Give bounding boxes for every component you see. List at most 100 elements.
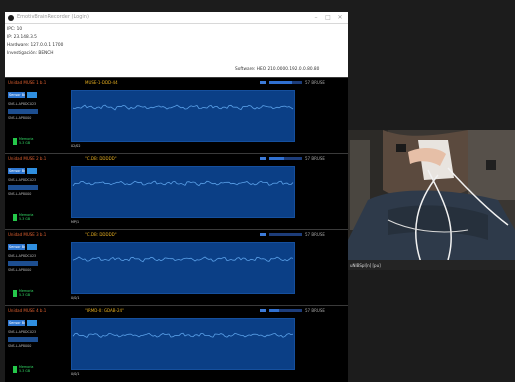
memory-status-label: Memoria 5.3 GB	[19, 365, 33, 373]
eeg-signal-chart	[71, 242, 295, 294]
device-name: Unidad MUSE 2 b.1	[8, 156, 47, 161]
device-panel: Unidad MUSE 3 b.1 "C.DB: DDDDD" 57 BRUSE…	[5, 229, 348, 305]
channel-selector[interactable]	[8, 109, 38, 114]
eeg-signal-line	[72, 180, 294, 187]
memory-status-icon	[13, 214, 17, 221]
channel-selector[interactable]	[8, 261, 38, 266]
signal-toggle-button[interactable]: Sensor Bury	[8, 168, 25, 174]
info-line-ipc: IPC: 10	[7, 27, 23, 32]
signal-color-swatch[interactable]	[27, 320, 37, 326]
battery-progress-bar	[269, 309, 302, 312]
video-feed: uNIBSpl[n] [pu]	[348, 130, 515, 270]
minimize-button[interactable]: –	[311, 14, 321, 21]
info-line-hardware: Hardware: 127.0.0.1 1700	[7, 43, 64, 48]
eeg-signal-line	[72, 104, 294, 111]
signal-quality-label: "C.DB: DDDDD"	[85, 156, 117, 161]
channel-row-label: SNS.L.AP8	[8, 344, 25, 348]
signal-quality-label: MUSE-1-DDD-44	[85, 80, 118, 85]
memory-status-label: Memoria 5.3 GB	[19, 289, 33, 297]
memory-value: 5.3 GB	[19, 141, 31, 145]
memory-status-icon	[13, 366, 17, 373]
channel-row-value: 000	[25, 268, 32, 272]
memory-status-label: Memoria 5.3 GB	[19, 137, 33, 145]
battery-progress-bar	[269, 157, 302, 160]
battery-progress-bar	[269, 81, 302, 84]
title-bar: EmotivBrainRecorder (Login) – □ ✕	[5, 12, 348, 24]
device-panel: Unidad MUSE 1 b.1 MUSE-1-DDD-44 57 BRUSE…	[5, 77, 348, 153]
signal-color-swatch[interactable]	[27, 168, 37, 174]
channel-row-value: 000	[25, 192, 32, 196]
device-panel: Unidad MUSE 2 b.1 "C.DB: DDDDD" 57 BRUSE…	[5, 153, 348, 229]
channel-row-label: SNS.L.AP8	[8, 268, 25, 272]
channel-row-label: SNS.L.AP8	[8, 116, 25, 120]
eeg-signal-chart	[71, 166, 295, 218]
window-title: EmotivBrainRecorder (Login)	[17, 14, 89, 20]
device-panel: Unidad MUSE 4 b.1 "IRMD-0: GDAB-24" 57 B…	[5, 305, 348, 381]
info-line-study: Investigación: BENCH	[7, 51, 54, 56]
eeg-signal-chart	[71, 90, 295, 142]
battery-icon	[260, 157, 266, 160]
signal-color-swatch[interactable]	[27, 92, 37, 98]
channel-row-label: SNS.L.AP8	[8, 330, 25, 334]
memory-status-label: Memoria 5.3 GB	[19, 213, 33, 221]
battery-text: 57 BRUSE	[305, 232, 325, 237]
desktop: EmotivBrainRecorder (Login) – □ ✕ IPC: 1…	[0, 0, 515, 382]
signal-quality-label: "C.DB: DDDDD"	[85, 232, 117, 237]
battery-icon	[260, 309, 266, 312]
eeg-signal-chart	[71, 318, 295, 370]
channel-row-label: SNS.L.AP8	[8, 102, 25, 106]
software-version: Software: HEO 210.0000.192.0.0.80.80	[235, 67, 320, 72]
device-name: Unidad MUSE 3 b.1	[8, 232, 47, 237]
eeg-signal-svg	[72, 332, 294, 339]
info-line-ip: IP: 23.148.3.5	[7, 35, 37, 40]
app-circle-icon	[8, 15, 14, 21]
battery-fill	[269, 157, 284, 160]
signal-toggle-button[interactable]: Sensor Bury	[8, 244, 25, 250]
battery-progress-bar	[269, 233, 302, 236]
x-axis-label: 0/0/1	[71, 296, 80, 300]
eeg-signal-svg	[72, 256, 294, 263]
memory-value: 5.3 GB	[19, 369, 31, 373]
x-axis-label: 02/02	[71, 144, 81, 148]
battery-fill	[269, 81, 293, 84]
maximize-button[interactable]: □	[323, 14, 333, 21]
battery-icon	[260, 233, 266, 236]
channel-row-value: 000	[25, 344, 32, 348]
channel-row-value: DC023	[25, 102, 37, 106]
eeg-signal-svg	[72, 104, 294, 111]
video-frame-image	[348, 130, 515, 270]
memory-status-icon	[13, 290, 17, 297]
channel-selector[interactable]	[8, 337, 38, 342]
signal-toggle-button[interactable]: Sensor Bury	[8, 320, 25, 326]
channel-row-label: SNS.L.AP8	[8, 192, 25, 196]
signal-color-swatch[interactable]	[27, 244, 37, 250]
channel-row-label: SNS.L.AP8	[8, 178, 25, 182]
channel-row-value: 000	[25, 116, 32, 120]
eeg-signal-line	[72, 256, 294, 263]
battery-text: 57 BRUSE	[305, 80, 325, 85]
video-caption: uNIBSpl[n] [pu]	[350, 263, 381, 268]
eeg-signal-svg	[72, 180, 294, 187]
channel-row-value: DC023	[25, 178, 37, 182]
x-axis-label: MP/1	[71, 220, 80, 224]
x-axis-label: 0/0/1	[71, 372, 80, 376]
signal-quality-label: "IRMD-0: GDAB-24"	[85, 308, 124, 313]
close-button[interactable]: ✕	[335, 14, 345, 21]
memory-status-icon	[13, 138, 17, 145]
battery-text: 57 BRUSE	[305, 308, 325, 313]
battery-text: 57 BRUSE	[305, 156, 325, 161]
channel-selector[interactable]	[8, 185, 38, 190]
device-name: Unidad MUSE 1 b.1	[8, 80, 47, 85]
memory-value: 5.3 GB	[19, 293, 31, 297]
channel-row-value: DC023	[25, 330, 37, 334]
session-info-panel: IPC: 10 IP: 23.148.3.5 Hardware: 127.0.0…	[5, 24, 348, 77]
memory-value: 5.3 GB	[19, 217, 31, 221]
eeg-signal-line	[72, 332, 294, 339]
device-name: Unidad MUSE 4 b.1	[8, 308, 47, 313]
channel-row-label: SNS.L.AP8	[8, 254, 25, 258]
battery-icon	[260, 81, 266, 84]
recorder-window: EmotivBrainRecorder (Login) – □ ✕ IPC: 1…	[5, 12, 348, 382]
channel-row-value: DC023	[25, 254, 37, 258]
signal-toggle-button[interactable]: Sensor Bury	[8, 92, 25, 98]
battery-fill	[269, 309, 279, 312]
